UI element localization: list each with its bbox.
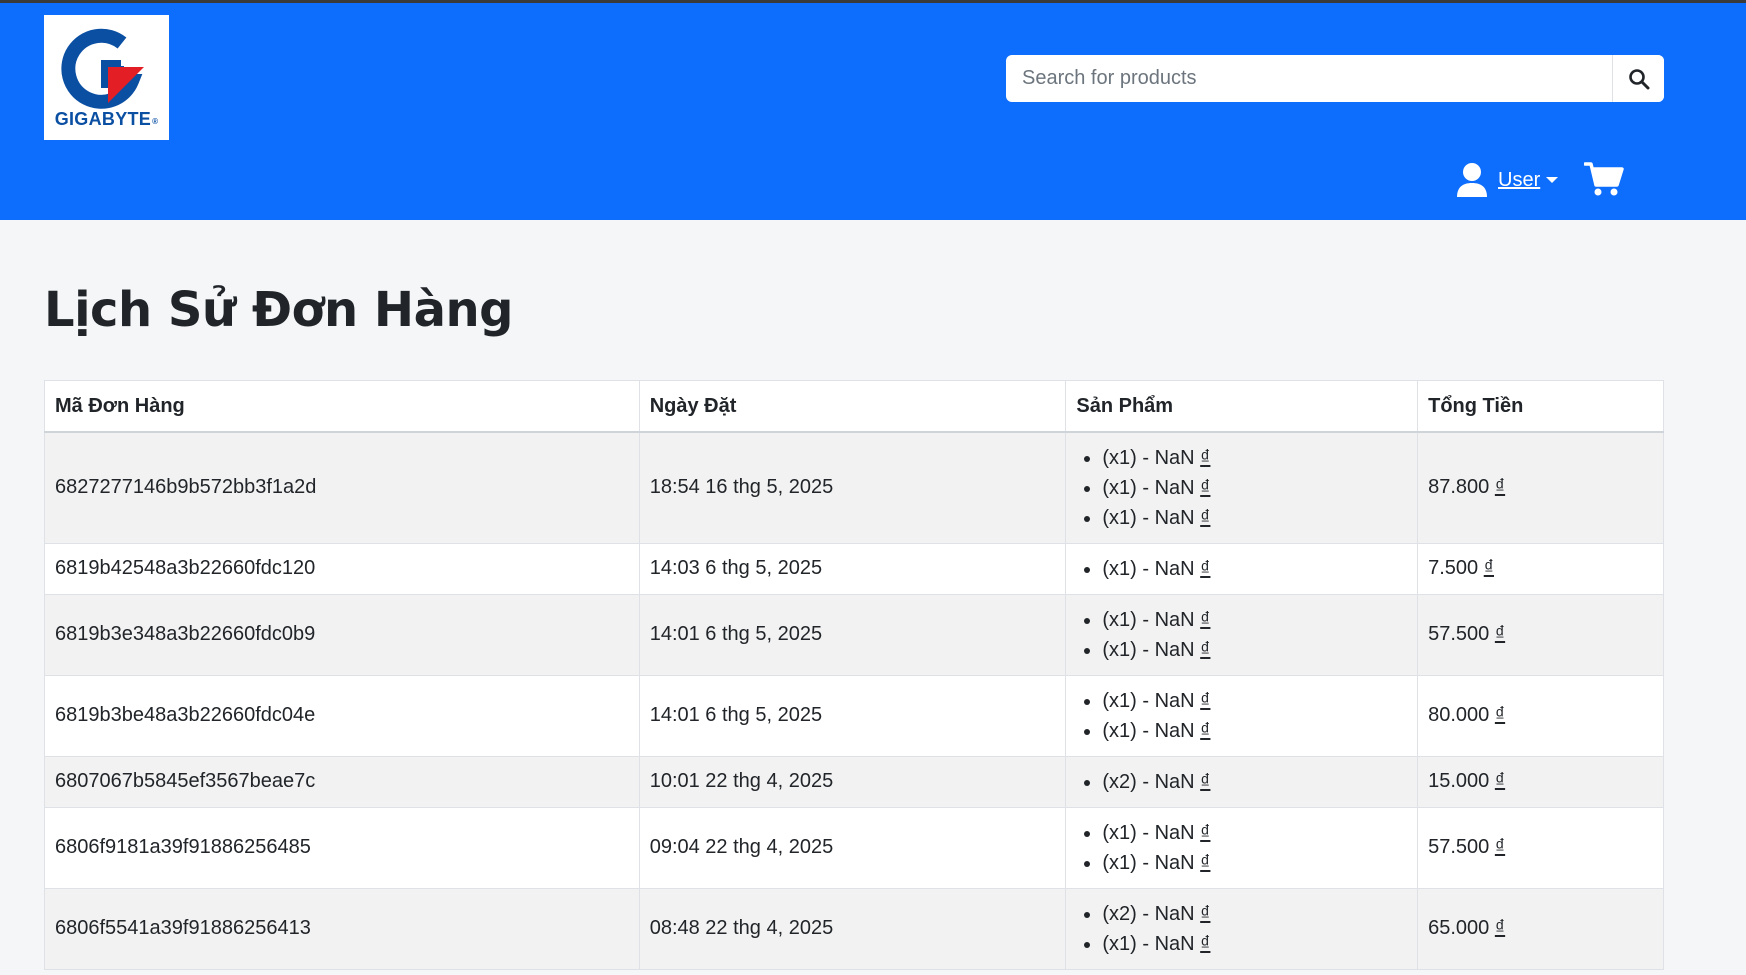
list-item: (x1) - NaN ₫	[1102, 503, 1407, 533]
order-history-table: Mã Đơn Hàng Ngày Đặt Sản Phẩm Tổng Tiền …	[44, 380, 1664, 970]
order-products: (x1) - NaN ₫ (x1) - NaN ₫	[1065, 593, 1419, 676]
order-date: 14:03 6 thg 5, 2025	[638, 542, 1067, 595]
list-item: (x1) - NaN ₫	[1102, 554, 1407, 584]
list-item: (x1) - NaN ₫	[1102, 635, 1407, 665]
column-header-order-date: Ngày Đặt	[638, 380, 1067, 433]
list-item: (x1) - NaN ₫	[1102, 818, 1407, 848]
order-total: 7.500 ₫	[1417, 542, 1664, 595]
order-date: 14:01 6 thg 5, 2025	[638, 674, 1067, 757]
list-item: (x1) - NaN ₫	[1102, 848, 1407, 878]
order-total: 15.000 ₫	[1417, 755, 1664, 808]
search-bar	[1006, 55, 1664, 102]
table-row: 6819b3be48a3b22660fdc04e 14:01 6 thg 5, …	[44, 674, 1664, 757]
order-products: (x1) - NaN ₫ (x1) - NaN ₫	[1065, 674, 1419, 757]
order-products: (x2) - NaN ₫	[1065, 755, 1419, 808]
product-list: (x1) - NaN ₫ (x1) - NaN ₫ (x1) - NaN ₫	[1076, 443, 1407, 533]
user-dropdown-toggle[interactable]: User	[1456, 160, 1559, 200]
order-date: 08:48 22 thg 4, 2025	[638, 887, 1067, 970]
order-date: 09:04 22 thg 4, 2025	[638, 806, 1067, 889]
user-menu-label[interactable]: User	[1498, 169, 1540, 192]
order-total: 57.500 ₫	[1417, 593, 1664, 676]
table-row: 6827277146b9b572bb3f1a2d 18:54 16 thg 5,…	[44, 431, 1664, 544]
list-item: (x2) - NaN ₫	[1102, 899, 1407, 929]
cart-button[interactable]	[1583, 161, 1624, 202]
order-id: 6807067b5845ef3567beae7c	[44, 755, 640, 808]
caret-down-icon	[1546, 177, 1559, 183]
order-products: (x2) - NaN ₫ (x1) - NaN ₫	[1065, 887, 1419, 970]
order-products: (x1) - NaN ₫ (x1) - NaN ₫ (x1) - NaN ₫	[1065, 431, 1419, 544]
list-item: (x1) - NaN ₫	[1102, 686, 1407, 716]
order-id: 6819b42548a3b22660fdc120	[44, 542, 640, 595]
column-header-order-id: Mã Đơn Hàng	[44, 380, 640, 433]
table-row: 6806f9181a39f91886256485 09:04 22 thg 4,…	[44, 806, 1664, 889]
order-id: 6806f5541a39f91886256413	[44, 887, 640, 970]
order-date: 10:01 22 thg 4, 2025	[638, 755, 1067, 808]
list-item: (x1) - NaN ₫	[1102, 443, 1407, 473]
product-list: (x1) - NaN ₫	[1076, 554, 1407, 584]
user-icon	[1457, 163, 1487, 197]
search-button[interactable]	[1612, 55, 1664, 102]
order-id: 6806f9181a39f91886256485	[44, 806, 640, 889]
column-header-products: Sản Phẩm	[1065, 380, 1419, 433]
order-id: 6819b3be48a3b22660fdc04e	[44, 674, 640, 757]
gigabyte-logo[interactable]: GIGABYTE®	[44, 15, 169, 140]
page-title: Lịch Sử Đơn Hàng	[44, 282, 514, 338]
table-row: 6807067b5845ef3567beae7c 10:01 22 thg 4,…	[44, 755, 1664, 808]
order-date: 18:54 16 thg 5, 2025	[638, 431, 1067, 544]
order-total: 80.000 ₫	[1417, 674, 1664, 757]
list-item: (x1) - NaN ₫	[1102, 716, 1407, 746]
list-item: (x1) - NaN ₫	[1102, 473, 1407, 503]
order-products: (x1) - NaN ₫	[1065, 542, 1419, 595]
order-total: 65.000 ₫	[1417, 887, 1664, 970]
product-list: (x1) - NaN ₫ (x1) - NaN ₫	[1076, 818, 1407, 878]
table-header-row: Mã Đơn Hàng Ngày Đặt Sản Phẩm Tổng Tiền	[44, 380, 1664, 433]
search-input[interactable]	[1006, 55, 1604, 102]
search-icon	[1628, 68, 1649, 89]
site-header: GIGABYTE® User	[0, 3, 1746, 220]
table-row: 6819b3e348a3b22660fdc0b9 14:01 6 thg 5, …	[44, 593, 1664, 676]
order-products: (x1) - NaN ₫ (x1) - NaN ₫	[1065, 806, 1419, 889]
list-item: (x1) - NaN ₫	[1102, 605, 1407, 635]
list-item: (x1) - NaN ₫	[1102, 929, 1407, 959]
product-list: (x2) - NaN ₫	[1076, 767, 1407, 797]
table-row: 6806f5541a39f91886256413 08:48 22 thg 4,…	[44, 887, 1664, 970]
order-total: 87.800 ₫	[1417, 431, 1664, 544]
order-id: 6827277146b9b572bb3f1a2d	[44, 431, 640, 544]
shopping-cart-icon	[1583, 162, 1624, 196]
table-row: 6819b42548a3b22660fdc120 14:03 6 thg 5, …	[44, 542, 1664, 595]
column-header-total: Tổng Tiền	[1417, 380, 1664, 433]
product-list: (x1) - NaN ₫ (x1) - NaN ₫	[1076, 686, 1407, 746]
logo-wordmark: GIGABYTE®	[54, 109, 159, 129]
product-list: (x1) - NaN ₫ (x1) - NaN ₫	[1076, 605, 1407, 665]
product-list: (x2) - NaN ₫ (x1) - NaN ₫	[1076, 899, 1407, 959]
order-id: 6819b3e348a3b22660fdc0b9	[44, 593, 640, 676]
order-date: 14:01 6 thg 5, 2025	[638, 593, 1067, 676]
order-total: 57.500 ₫	[1417, 806, 1664, 889]
list-item: (x2) - NaN ₫	[1102, 767, 1407, 797]
